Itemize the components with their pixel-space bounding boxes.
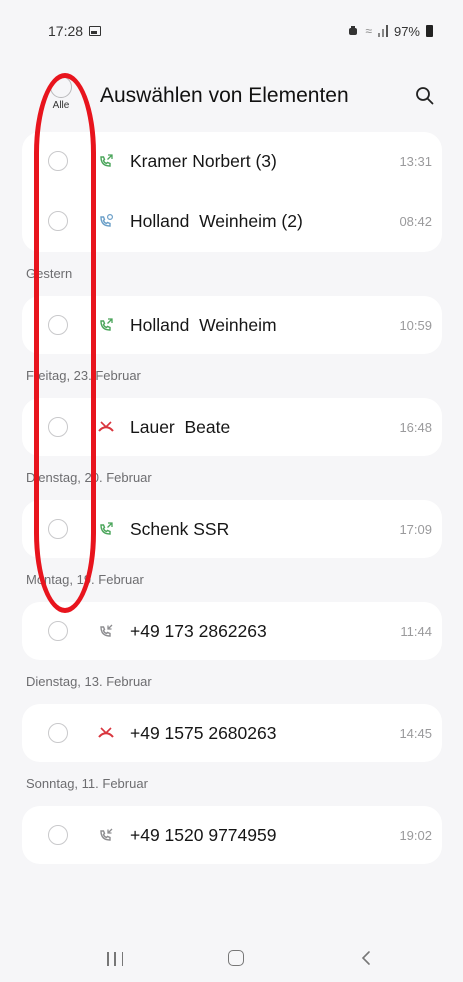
call-time: 08:42 — [399, 213, 432, 229]
caller-name: Kramer Norbert (3) — [130, 150, 277, 171]
home-icon[interactable] — [228, 950, 244, 966]
call-time: 16:48 — [399, 419, 432, 435]
call-time: 10:59 — [399, 317, 432, 333]
call-row[interactable]: +49 1575 2680263 14:45 — [22, 704, 442, 762]
status-left: 17:28 — [48, 23, 102, 39]
call-time: 17:09 — [399, 521, 432, 537]
status-right: ≈ 97% — [347, 24, 433, 39]
caller-name: Holland Weinheim (2) — [130, 210, 303, 231]
call-row[interactable]: +49 1520 9774959 19:02 — [22, 806, 442, 864]
wifi-icon: ≈ — [365, 24, 372, 38]
recent-apps-icon[interactable] — [107, 952, 123, 966]
call-row[interactable]: +49 173 2862263 11:44 — [22, 602, 442, 660]
status-time: 17:28 — [48, 23, 84, 39]
search-icon[interactable] — [413, 84, 437, 108]
call-time: 14:45 — [399, 725, 432, 741]
outgoing-call-icon — [97, 152, 115, 170]
call-time: 13:31 — [399, 153, 432, 169]
status-bar: 17:28 ≈ 97% — [0, 0, 463, 62]
missed-call-icon — [97, 724, 115, 742]
incoming-call-icon — [97, 826, 115, 844]
incoming-call-icon — [97, 212, 115, 230]
signal-icon — [377, 25, 388, 37]
caller-name: +49 173 2862263 — [130, 620, 267, 641]
call-time: 11:44 — [400, 623, 432, 639]
call-time: 19:02 — [399, 827, 432, 843]
annotation-oval — [34, 73, 96, 613]
battery-percent: 97% — [393, 23, 420, 39]
back-icon[interactable] — [358, 949, 374, 967]
caller-name: +49 1575 2680263 — [130, 722, 277, 743]
navigation-bar — [0, 938, 463, 982]
select-checkbox[interactable] — [48, 825, 68, 845]
battery-icon — [426, 25, 433, 37]
outgoing-call-icon — [97, 316, 115, 334]
caller-name: Holland Weinheim — [130, 314, 277, 335]
incoming-call-icon — [97, 622, 115, 640]
outgoing-call-icon — [97, 520, 115, 538]
select-checkbox[interactable] — [48, 621, 68, 641]
select-checkbox[interactable] — [48, 723, 68, 743]
alarm-icon — [349, 26, 358, 35]
date-header: Dienstag, 13. Februar — [26, 674, 152, 689]
caller-name: Lauer Beate — [130, 416, 231, 437]
page-title: Auswählen von Elementen — [100, 84, 349, 107]
photo-icon — [89, 26, 102, 36]
date-header: Sonntag, 11. Februar — [26, 776, 148, 791]
missed-call-icon — [97, 418, 115, 436]
caller-name: Schenk SSR — [130, 518, 230, 539]
caller-name: +49 1520 9774959 — [130, 824, 277, 845]
